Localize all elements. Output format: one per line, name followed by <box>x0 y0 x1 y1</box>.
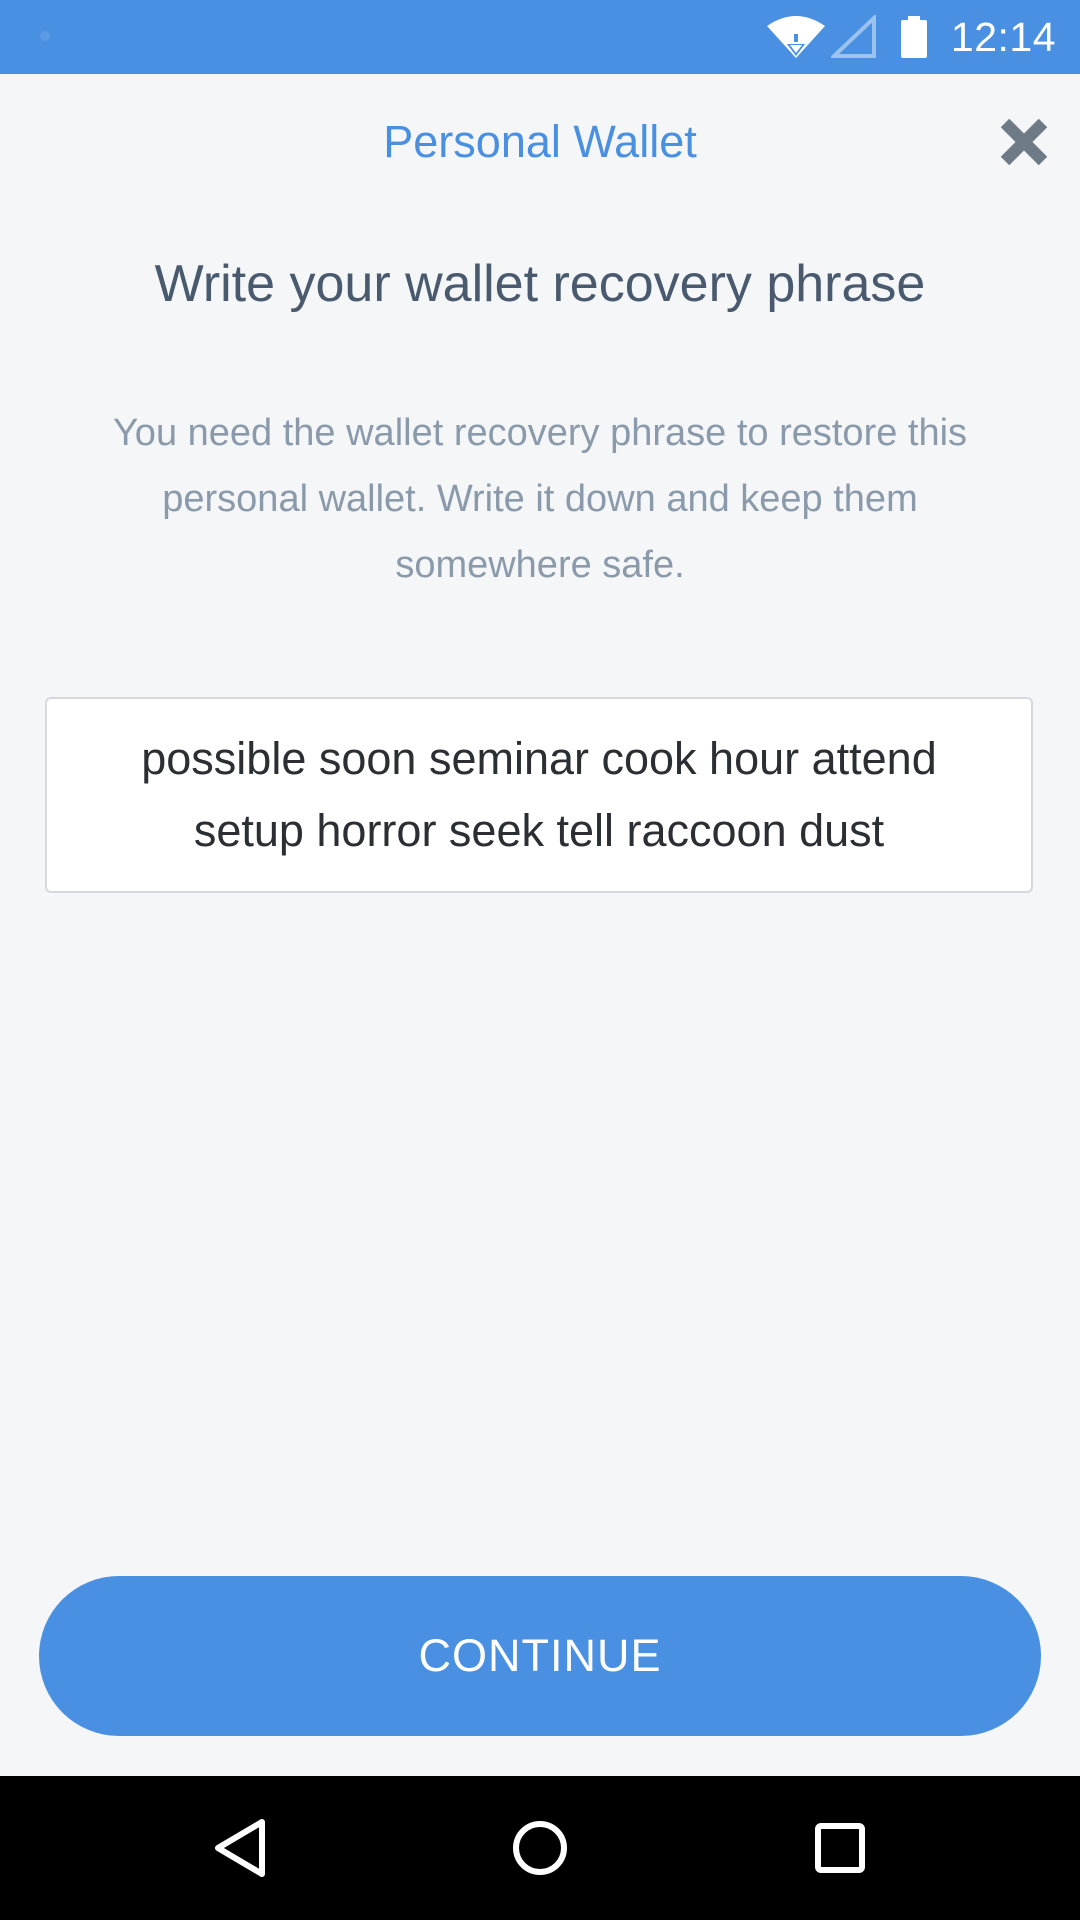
header-title: Personal Wallet <box>383 116 697 167</box>
recents-button[interactable] <box>760 1776 920 1920</box>
notification-dot <box>40 31 50 41</box>
back-icon <box>215 1819 265 1877</box>
page-heading: Write your wallet recovery phrase <box>154 255 926 313</box>
recovery-phrase-box: possible soon seminar cook hour attend s… <box>45 697 1033 893</box>
close-icon <box>1000 118 1048 166</box>
navigation-bar <box>0 1776 1080 1920</box>
recovery-phrase-text: possible soon seminar cook hour attend s… <box>141 733 937 856</box>
signal-icon <box>830 15 876 58</box>
page-description: You need the wallet recovery phrase to r… <box>112 412 968 586</box>
recents-icon <box>815 1823 865 1873</box>
continue-button[interactable]: CONTINUE <box>39 1576 1041 1736</box>
wifi-icon <box>766 16 825 58</box>
close-button[interactable] <box>996 114 1052 170</box>
status-bar: 12:14 <box>0 0 1080 74</box>
screen: 12:14 Personal Wallet Write your wallet … <box>0 0 1080 1920</box>
home-button[interactable] <box>460 1776 620 1920</box>
back-button[interactable] <box>160 1776 320 1920</box>
status-time: 12:14 <box>950 13 1056 60</box>
status-icons: 12:14 <box>765 0 1080 74</box>
home-icon <box>513 1821 567 1875</box>
battery-icon <box>900 16 927 58</box>
